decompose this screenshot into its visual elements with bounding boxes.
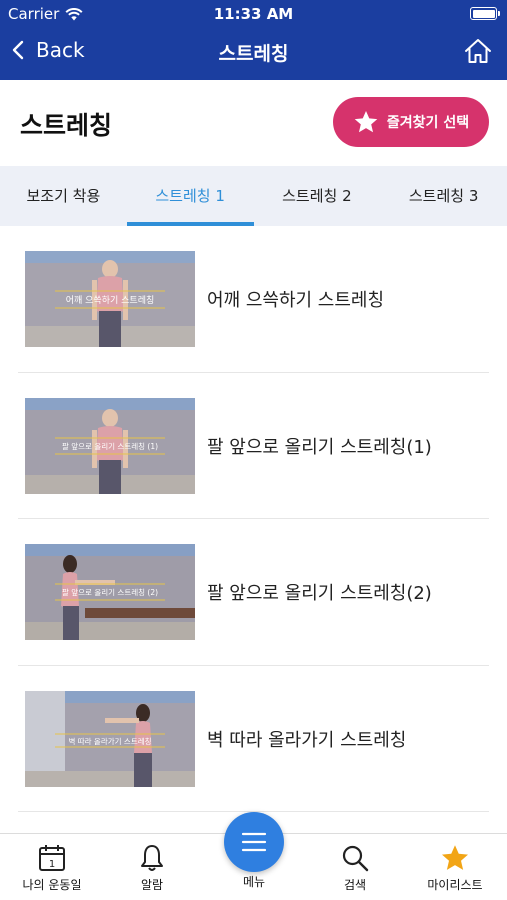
list-item[interactable]: 어깨 으쓱하기 스트레칭 어깨 으쓱하기 스트레칭 [18, 226, 489, 373]
list-item[interactable]: 팔 앞으로 올리기 스트레칭 (2) 팔 앞으로 올리기 스트레칭(2) [18, 519, 489, 666]
battery-icon [470, 7, 500, 20]
video-title: 어깨 으쓱하기 스트레칭 [207, 290, 385, 311]
status-bar: Carrier 11:33 AM [0, 0, 507, 28]
tab-stretching-2[interactable]: 스트레칭 2 [254, 166, 381, 226]
status-time: 11:33 AM [213, 5, 294, 23]
star-icon [354, 110, 378, 133]
tab-label: 스트레칭 3 [408, 187, 479, 205]
tab-label: 검색 [343, 878, 367, 892]
list-item[interactable]: 팔 앞으로 올리기 스트레칭 (1) 팔 앞으로 올리기 스트레칭(1) [18, 373, 489, 519]
video-thumbnail: 팔 앞으로 올리기 스트레칭 (2) [25, 544, 195, 640]
tab-stretching-1[interactable]: 스트레칭 1 [126, 166, 254, 226]
thumbnail-caption: 벽 따라 올라가기 스트레칭 [68, 736, 151, 746]
tab-label: 스트레칭 2 [282, 187, 352, 205]
nav-title: 스트레칭 [218, 43, 289, 65]
list-item[interactable]: 벽 따라 올라가기 스트레칭 벽 따라 올라가기 스트레칭 [18, 666, 489, 812]
calendar-day: 1 [49, 859, 55, 870]
page-title: 스트레칭 [20, 111, 113, 140]
tab-my-list[interactable]: 마이리스트 [405, 842, 505, 893]
bell-icon [141, 845, 163, 871]
favorite-select-button[interactable]: 즐겨찾기 선택 [333, 97, 489, 147]
page-header: 스트레칭 즐겨찾기 선택 [0, 80, 507, 166]
video-list: 어깨 으쓱하기 스트레칭 어깨 으쓱하기 스트레칭 팔 앞으로 올리기 스트레칭… [0, 226, 507, 812]
tab-label: 알람 [140, 878, 164, 892]
video-thumbnail: 벽 따라 올라가기 스트레칭 [25, 690, 195, 787]
video-title: 팔 앞으로 올리기 스트레칭(2) [207, 583, 432, 604]
tab-label: 나의 운동일 [22, 878, 82, 892]
search-icon [342, 845, 369, 872]
video-thumbnail: 어깨 으쓱하기 스트레칭 [25, 251, 195, 347]
hamburger-menu-icon [241, 832, 267, 852]
thumbnail-caption: 어깨 으쓱하기 스트레칭 [66, 294, 155, 306]
video-thumbnail: 팔 앞으로 올리기 스트레칭 (1) [25, 397, 195, 494]
tab-label: 스트레칭 1 [155, 187, 225, 205]
tab-label: 마이리스트 [427, 878, 483, 892]
tab-alarm[interactable]: 알람 [102, 842, 202, 893]
tab-my-exercise-day[interactable]: 1 나의 운동일 [2, 842, 102, 893]
home-icon[interactable] [463, 36, 493, 66]
tab-search[interactable]: 검색 [305, 842, 405, 893]
star-icon [442, 845, 468, 870]
video-title: 팔 앞으로 올리기 스트레칭(1) [207, 436, 432, 458]
menu-label: 메뉴 [242, 875, 266, 889]
navigation-bar: Back 스트레칭 [0, 28, 507, 80]
tab-label: 보조기 착용 [26, 187, 101, 205]
calendar-icon: 1 [39, 845, 65, 871]
video-title: 벽 따라 올라가기 스트레칭 [207, 729, 407, 751]
favorite-button-label: 즐겨찾기 선택 [386, 115, 470, 131]
top-header: Carrier 11:33 AM Back 스트레칭 [0, 0, 507, 80]
tab-stretching-3[interactable]: 스트레칭 3 [380, 166, 507, 226]
menu-button[interactable] [224, 812, 284, 872]
thumbnail-caption: 팔 앞으로 올리기 스트레칭 (2) [62, 587, 158, 597]
tab-brace-wearing[interactable]: 보조기 착용 [0, 166, 127, 226]
thumbnail-caption: 팔 앞으로 올리기 스트레칭 (1) [62, 441, 158, 451]
category-tabs: 보조기 착용 스트레칭 1 스트레칭 2 스트레칭 3 [0, 166, 507, 226]
